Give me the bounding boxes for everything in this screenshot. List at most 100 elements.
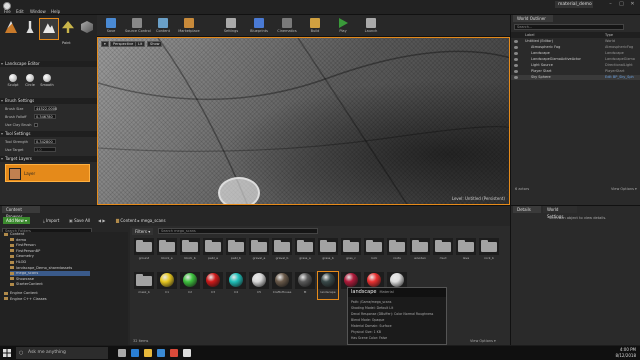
- tool-settings-header[interactable]: Tool Settings: [0, 131, 97, 137]
- asset-tile[interactable]: landscape: [317, 271, 339, 300]
- breadcrumb-mega-scans[interactable]: mega_scans: [141, 218, 166, 223]
- world-settings-tab[interactable]: World Settings: [543, 206, 577, 219]
- brush-settings-header[interactable]: Brush Settings: [0, 98, 97, 104]
- folder-tree-item[interactable]: FirstPersonBP: [10, 249, 40, 254]
- edge-icon[interactable]: [131, 349, 139, 357]
- content-browser-tab[interactable]: Content Browser: [2, 206, 40, 219]
- landscape-editor-header[interactable]: Landscape Editor: [0, 61, 97, 67]
- folder-tile[interactable]: grass_a: [295, 238, 315, 265]
- close-button[interactable]: ✕: [628, 1, 637, 7]
- marketplace-button[interactable]: Marketplace: [177, 16, 201, 36]
- asset-view-options[interactable]: View Options ▾: [470, 339, 496, 343]
- visibility-eye-icon[interactable]: [514, 52, 518, 55]
- asset-tile[interactable]: M: [295, 272, 315, 299]
- use-target-field[interactable]: 1.0: [34, 147, 56, 152]
- mode-foliage[interactable]: [59, 19, 77, 39]
- folder-tree-item[interactable]: landscape_Demo_sharedassets: [10, 266, 72, 271]
- folder-tile[interactable]: rock: [364, 238, 384, 265]
- folder-tile[interactable]: grass_b: [318, 238, 338, 265]
- outliner-view-options[interactable]: View Options ▾: [611, 187, 637, 191]
- target-layers-header[interactable]: Target Layers: [0, 156, 97, 162]
- mode-landscape[interactable]: [39, 18, 59, 40]
- folder-tile[interactable]: pebl_a: [203, 238, 223, 265]
- visibility-eye-icon[interactable]: [514, 64, 518, 67]
- details-tab[interactable]: Details: [513, 206, 541, 213]
- asset-tile[interactable]: C5: [249, 272, 269, 299]
- task-view-icon[interactable]: [118, 349, 126, 357]
- folder-tile[interactable]: rock_b: [479, 238, 499, 265]
- outliner-type-column[interactable]: Type: [605, 32, 613, 38]
- visibility-eye-icon[interactable]: [514, 58, 518, 61]
- folder-tile[interactable]: roots: [387, 238, 407, 265]
- save-all-button[interactable]: ▣ Save All: [66, 217, 93, 224]
- project-tab-title[interactable]: material_demo: [555, 1, 593, 8]
- nav-arrows[interactable]: ◀ ▶: [98, 218, 105, 223]
- outliner-row[interactable]: Landscape Landscape: [511, 51, 640, 56]
- viewport-options-button[interactable]: ▾: [101, 41, 109, 47]
- maximize-button[interactable]: □: [617, 1, 626, 7]
- folder-tile[interactable]: block_b: [180, 238, 200, 265]
- blueprints-button[interactable]: Blueprints: [247, 16, 271, 36]
- target-layer-item[interactable]: Layer: [5, 164, 90, 182]
- minimize-button[interactable]: –: [606, 1, 615, 7]
- asset-tile[interactable]: C3: [203, 272, 223, 299]
- viewport-lit-button[interactable]: Lit: [135, 41, 146, 47]
- visibility-eye-icon[interactable]: [514, 46, 518, 49]
- save-button[interactable]: Save: [99, 16, 123, 36]
- outliner-row[interactable]: Atmospheric Fog AtmosphericFog: [511, 45, 640, 50]
- menu-file[interactable]: File: [4, 9, 11, 14]
- tool-strength-field[interactable]: 0.342800: [34, 139, 56, 144]
- folder-tree-item[interactable]: HLOD: [10, 260, 26, 265]
- windows-start-icon[interactable]: [3, 349, 11, 357]
- viewport-show-button[interactable]: Show: [147, 41, 163, 47]
- visibility-eye-icon[interactable]: [514, 76, 518, 79]
- visibility-eye-icon[interactable]: [514, 70, 518, 73]
- tool-smooth[interactable]: Smooth: [40, 73, 54, 87]
- outliner-row[interactable]: Player Start PlayerStart: [511, 69, 640, 74]
- taskbar-search-input[interactable]: ○ Ask me anything: [16, 347, 108, 359]
- filters-button[interactable]: Filters ▾: [132, 228, 154, 235]
- outliner-search-input[interactable]: Search...: [514, 24, 624, 30]
- world-outliner-tab[interactable]: World Outliner: [513, 15, 553, 22]
- tool-sculpt[interactable]: Sculpt: [6, 73, 20, 87]
- asset-tile[interactable]: C1: [157, 272, 177, 299]
- launch-button[interactable]: Launch: [359, 16, 383, 36]
- brush-falloff-field[interactable]: 0.346780: [34, 114, 56, 119]
- tool-circle[interactable]: Circle: [23, 73, 37, 87]
- folder-tree-item[interactable]: Engine C++ Classes: [4, 297, 47, 302]
- source-control-button[interactable]: Source Control: [125, 16, 151, 36]
- folder-tile[interactable]: gravel_b: [272, 238, 292, 265]
- folder-tile[interactable]: wooden: [410, 238, 430, 265]
- folder-tree-item[interactable]: Geometry: [10, 254, 34, 259]
- system-clock[interactable]: 4:00 PM 8/12/2018: [612, 347, 636, 358]
- content-button[interactable]: Content: [151, 16, 175, 36]
- folder-tree-item[interactable]: Showcase: [10, 277, 34, 282]
- folder-tree-item[interactable]: FirstPerson: [10, 243, 36, 248]
- menu-edit[interactable]: Edit: [16, 9, 24, 14]
- folder-tile[interactable]: gravel_a: [249, 238, 269, 265]
- settings-button[interactable]: Settings: [219, 16, 243, 36]
- outliner-label-column[interactable]: Label: [525, 32, 534, 38]
- folder-tile[interactable]: mud: [433, 238, 453, 265]
- unreal-icon[interactable]: [183, 349, 191, 357]
- asset-tile[interactable]: C4: [226, 272, 246, 299]
- folder-tree-item[interactable]: Engine Content: [4, 291, 38, 296]
- folder-tile[interactable]: lava: [456, 238, 476, 265]
- build-button[interactable]: Build: [303, 16, 327, 36]
- level-viewport[interactable]: ▾ Perspective Lit Show Level: Untitled (…: [97, 37, 510, 205]
- mode-place[interactable]: [2, 19, 20, 39]
- mode-paint[interactable]: [21, 19, 39, 39]
- folder-tree-item[interactable]: mega_scans: [10, 271, 90, 277]
- explorer-icon[interactable]: [144, 349, 152, 357]
- chrome-icon[interactable]: [170, 349, 178, 357]
- brush-size-field[interactable]: 44522.0000: [34, 106, 57, 111]
- add-new-button[interactable]: Add New ▾: [3, 217, 31, 224]
- play-button[interactable]: Play: [331, 16, 355, 36]
- viewport-perspective-button[interactable]: Perspective: [110, 41, 137, 47]
- asset-tile[interactable]: C2: [180, 272, 200, 299]
- outliner-row[interactable]: Sky Sphere Edit BP_Sky_Sph: [511, 75, 640, 80]
- folder-tile[interactable]: gras_c: [341, 238, 361, 265]
- folder-tree-item[interactable]: Content: [4, 232, 24, 237]
- cinematics-button[interactable]: Cinematics: [275, 16, 299, 36]
- asset-search-input[interactable]: Search mega_scans: [158, 228, 318, 234]
